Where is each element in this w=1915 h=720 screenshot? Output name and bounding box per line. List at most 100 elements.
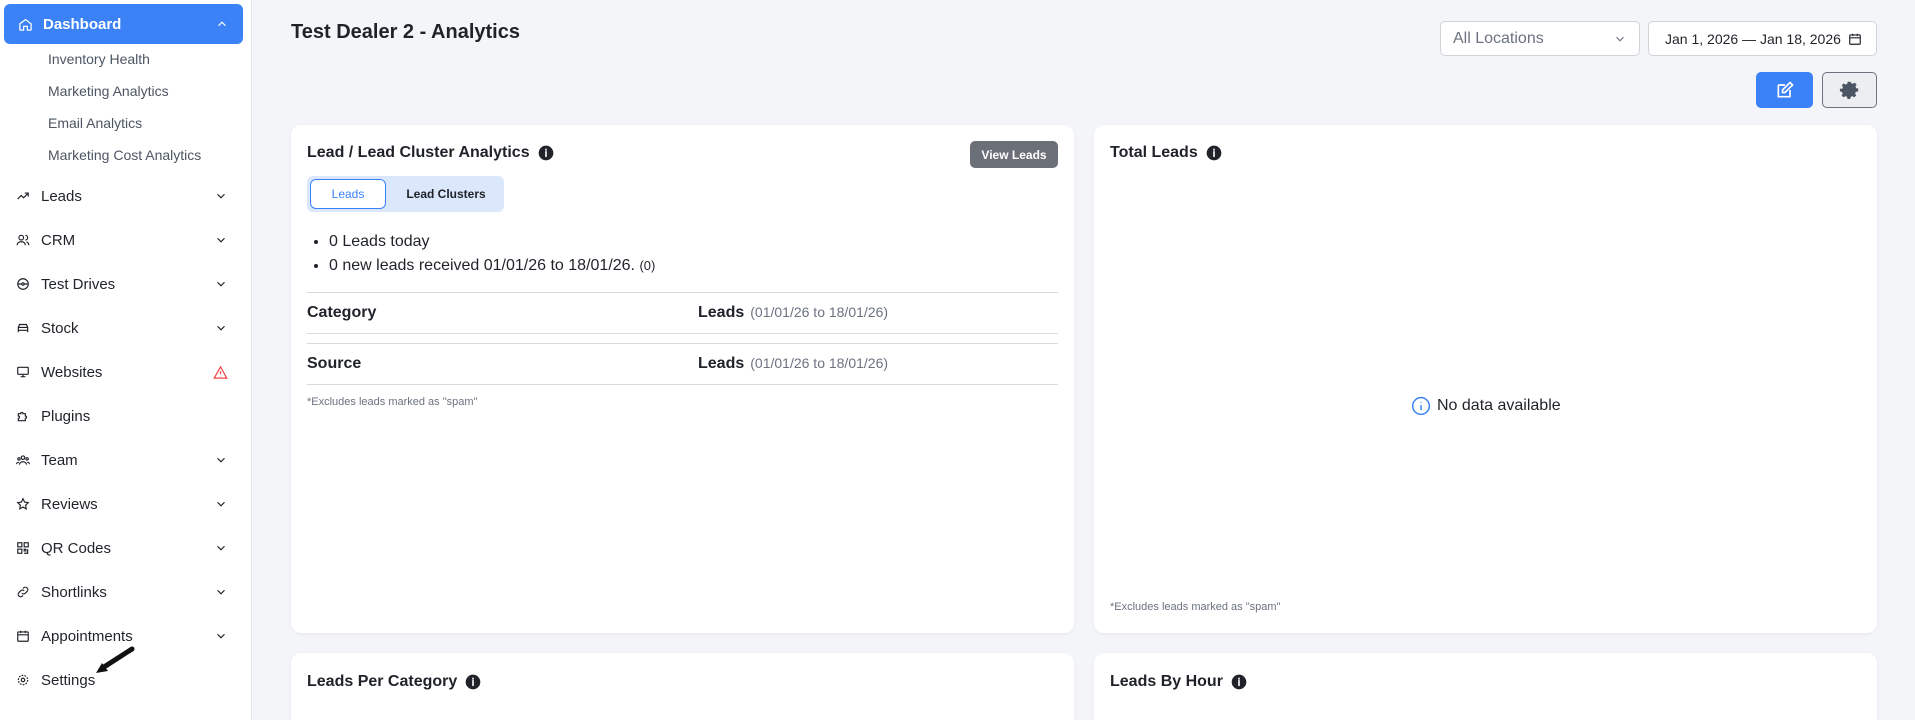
sidebar-item-label: Reviews xyxy=(41,495,98,513)
sidebar-item-label: Stock xyxy=(41,319,79,337)
dashboard-settings-button[interactable] xyxy=(1822,72,1877,108)
sidebar-item-test-drives[interactable]: Test Drives xyxy=(0,269,246,299)
spam-note: *Excludes leads marked as "spam" xyxy=(307,396,478,408)
sidebar-item-leads[interactable]: Leads xyxy=(0,181,246,211)
leads-range-text: 0 new leads received 01/01/26 to 18/01/2… xyxy=(329,257,635,274)
leads-view-toggle: Leads Lead Clusters xyxy=(307,176,504,212)
home-icon xyxy=(19,18,32,31)
chevron-down-icon xyxy=(1616,36,1624,42)
chevron-down-icon xyxy=(217,457,225,463)
source-column-header: Source xyxy=(307,355,362,372)
leads-today-text: 0 Leads today xyxy=(329,233,430,250)
view-leads-button[interactable]: View Leads xyxy=(970,141,1058,168)
no-data-text: No data available xyxy=(1437,397,1561,414)
leads-header-text: Leads xyxy=(698,304,745,321)
total-leads-card xyxy=(1094,125,1877,633)
chevron-down-icon xyxy=(217,281,225,287)
chevron-down-icon xyxy=(217,545,225,551)
no-data-message: No data available xyxy=(1411,396,1561,416)
sidebar-item-label: QR Codes xyxy=(41,539,112,557)
gear-icon xyxy=(1839,81,1858,99)
info-icon[interactable] xyxy=(1206,145,1222,161)
puzzle-icon xyxy=(17,411,28,422)
leads-header-text: Leads xyxy=(698,355,745,372)
info-icon[interactable] xyxy=(538,145,554,161)
lead-summary-list: 0 Leads today 0 new leads received 01/01… xyxy=(329,230,655,278)
page-title: Test Dealer 2 - Analytics xyxy=(291,21,520,43)
card-title-text: Leads By Hour xyxy=(1110,673,1223,690)
card-title-text: Lead / Lead Cluster Analytics xyxy=(307,144,530,161)
info-icon[interactable] xyxy=(465,674,481,690)
tab-leads[interactable]: Leads xyxy=(310,179,386,209)
list-item: 0 new leads received 01/01/26 to 18/01/2… xyxy=(329,254,655,278)
edit-dashboard-button[interactable] xyxy=(1756,72,1813,108)
card-title-text: Leads Per Category xyxy=(307,673,458,690)
sidebar-item-qr-codes[interactable]: QR Codes xyxy=(0,533,246,563)
category-column-header: Category xyxy=(307,304,377,321)
gear-icon xyxy=(17,674,29,686)
chevron-down-icon xyxy=(217,325,225,331)
sidebar: Dashboard Inventory Health Marketing Ana… xyxy=(0,0,252,720)
leads-range-count: (0) xyxy=(639,258,656,273)
source-leads-column-header: Leads (01/01/26 to 18/01/26) xyxy=(698,355,888,373)
sidebar-subitem-marketing-analytics[interactable]: Marketing Analytics xyxy=(48,83,169,99)
info-icon[interactable] xyxy=(1231,674,1247,690)
steering-wheel-icon xyxy=(17,278,29,290)
card-title-text: Total Leads xyxy=(1110,144,1198,161)
sidebar-item-stock[interactable]: Stock xyxy=(0,313,246,343)
list-item: 0 Leads today xyxy=(329,230,655,254)
team-icon xyxy=(16,455,30,465)
qr-code-icon xyxy=(17,542,29,554)
sidebar-item-dashboard[interactable]: Dashboard xyxy=(4,4,243,44)
sidebar-subitem-email-analytics[interactable]: Email Analytics xyxy=(48,115,142,131)
chevron-down-icon xyxy=(217,237,225,243)
category-leads-column-header: Leads (01/01/26 to 18/01/26) xyxy=(698,304,888,322)
sidebar-item-websites[interactable]: Websites xyxy=(0,357,246,387)
divider xyxy=(307,292,1058,293)
sidebar-item-label: Test Drives xyxy=(41,275,116,293)
calendar-icon xyxy=(1849,33,1861,45)
sidebar-item-shortlinks[interactable]: Shortlinks xyxy=(0,577,246,607)
location-select[interactable]: All Locations xyxy=(1440,21,1640,56)
chevron-down-icon xyxy=(217,633,225,639)
sidebar-item-plugins[interactable]: Plugins xyxy=(0,401,246,431)
sidebar-item-label: Shortlinks xyxy=(41,583,107,601)
chevron-down-icon xyxy=(217,193,225,199)
leads-per-category-title: Leads Per Category xyxy=(307,673,481,691)
monitor-icon xyxy=(17,366,29,378)
sidebar-item-reviews[interactable]: Reviews xyxy=(0,489,246,519)
sidebar-item-crm[interactable]: CRM xyxy=(0,225,246,255)
divider xyxy=(307,384,1058,385)
date-range-label: (01/01/26 to 18/01/26) xyxy=(750,355,889,371)
info-outline-icon xyxy=(1411,396,1431,416)
pointer-cursor-icon xyxy=(96,646,135,673)
trending-up-icon xyxy=(17,192,29,200)
location-select-value: All Locations xyxy=(1453,29,1544,47)
leads-by-hour-title: Leads By Hour xyxy=(1110,673,1247,691)
date-range-value: Jan 1, 2026 — Jan 18, 2026 xyxy=(1665,30,1841,47)
warning-icon xyxy=(213,365,228,379)
edit-icon xyxy=(1777,81,1794,98)
chevron-down-icon xyxy=(217,501,225,507)
sidebar-item-team[interactable]: Team xyxy=(0,445,246,475)
divider xyxy=(307,333,1058,334)
sidebar-item-label: Dashboard xyxy=(43,15,122,33)
total-leads-title: Total Leads xyxy=(1110,144,1222,162)
car-icon xyxy=(17,323,29,333)
sidebar-item-label: Leads xyxy=(41,187,82,205)
date-range-label: (01/01/26 to 18/01/26) xyxy=(750,304,889,320)
divider xyxy=(307,343,1058,344)
date-range-picker[interactable]: Jan 1, 2026 — Jan 18, 2026 xyxy=(1648,21,1877,56)
sidebar-item-label: Plugins xyxy=(41,407,91,425)
chevron-down-icon xyxy=(217,589,225,595)
sidebar-item-label: Appointments xyxy=(41,627,133,645)
tab-lead-clusters[interactable]: Lead Clusters xyxy=(392,179,500,209)
lead-analytics-title: Lead / Lead Cluster Analytics xyxy=(307,144,554,162)
sidebar-item-label: CRM xyxy=(41,231,76,249)
link-icon xyxy=(17,586,29,598)
sidebar-subitem-inventory-health[interactable]: Inventory Health xyxy=(48,51,150,67)
users-icon xyxy=(16,234,30,246)
sidebar-subitem-marketing-cost-analytics[interactable]: Marketing Cost Analytics xyxy=(48,147,201,163)
spam-note: *Excludes leads marked as "spam" xyxy=(1110,601,1281,613)
sidebar-item-label: Team xyxy=(41,451,78,469)
